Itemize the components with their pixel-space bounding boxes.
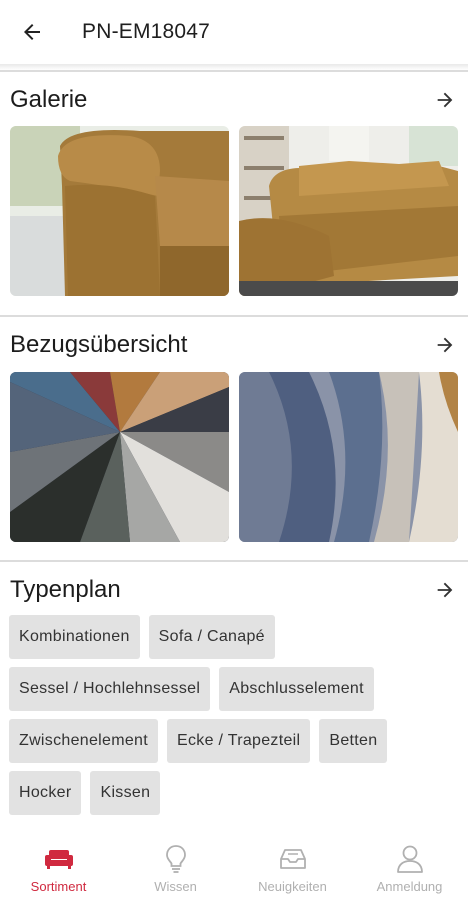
bottom-navigation: Sortiment Wissen Neuigkeiten Anmeldung [0, 836, 468, 900]
section-galerie: Galerie [0, 72, 468, 128]
gallery-image-armchair[interactable] [10, 126, 229, 296]
chip-abschlusselement[interactable]: Abschlusselement [219, 667, 374, 711]
arrow-right-icon[interactable] [432, 87, 458, 113]
nav-item-wissen[interactable]: Wissen [117, 836, 234, 900]
section-title: Galerie [10, 86, 88, 113]
gallery-image-sofa[interactable] [239, 126, 458, 296]
fabric-fan-image[interactable] [10, 372, 229, 542]
nav-item-neuigkeiten[interactable]: Neuigkeiten [234, 836, 351, 900]
back-button[interactable] [0, 0, 64, 64]
section-title: Typenplan [10, 576, 121, 603]
nav-label: Sortiment [30, 879, 87, 894]
fabric-drapes-image[interactable] [239, 372, 458, 542]
chip-row: Hocker Kissen [9, 771, 459, 815]
typenplan-header[interactable]: Typenplan [0, 562, 468, 618]
section-title: Bezugsübersicht [10, 331, 188, 358]
page-title: PN-EM18047 [82, 20, 211, 43]
chip-row: Zwischenelement Ecke / Trapezteil Betten [9, 719, 459, 763]
chip-betten[interactable]: Betten [319, 719, 388, 763]
inbox-icon [278, 844, 308, 874]
chip-hocker[interactable]: Hocker [9, 771, 82, 815]
chip-row: Kombinationen Sofa / Canapé [9, 615, 459, 659]
chip-sofa-canape[interactable]: Sofa / Canapé [148, 615, 275, 659]
nav-label: Neuigkeiten [258, 879, 327, 894]
chip-sessel[interactable]: Sessel / Hochlehnsessel [9, 667, 211, 711]
galerie-images [10, 126, 458, 296]
nav-item-sortiment[interactable]: Sortiment [0, 836, 117, 900]
nav-item-anmeldung[interactable]: Anmeldung [351, 836, 468, 900]
chip-kissen[interactable]: Kissen [90, 771, 161, 815]
bezug-header[interactable]: Bezugsübersicht [0, 317, 468, 373]
type-chips: Kombinationen Sofa / Canapé Sessel / Hoc… [9, 615, 459, 823]
section-bezug: Bezugsübersicht [0, 317, 468, 373]
galerie-header[interactable]: Galerie [0, 72, 468, 128]
lightbulb-icon [164, 844, 188, 874]
chip-kombinationen[interactable]: Kombinationen [9, 615, 140, 659]
arrow-right-icon[interactable] [432, 577, 458, 603]
chip-zwischenelement[interactable]: Zwischenelement [9, 719, 158, 763]
sofa-icon [44, 844, 74, 874]
nav-label: Anmeldung [376, 879, 443, 894]
section-typenplan: Typenplan [0, 562, 468, 618]
arrow-right-icon[interactable] [432, 332, 458, 358]
user-icon [396, 844, 424, 874]
nav-label: Wissen [154, 879, 197, 894]
chip-ecke-trapezteil[interactable]: Ecke / Trapezteil [167, 719, 311, 763]
bezug-images [10, 372, 458, 542]
arrow-left-icon [24, 24, 40, 40]
chip-row: Sessel / Hochlehnsessel Abschlusselement [9, 667, 459, 711]
app-bar: PN-EM18047 [0, 0, 468, 64]
